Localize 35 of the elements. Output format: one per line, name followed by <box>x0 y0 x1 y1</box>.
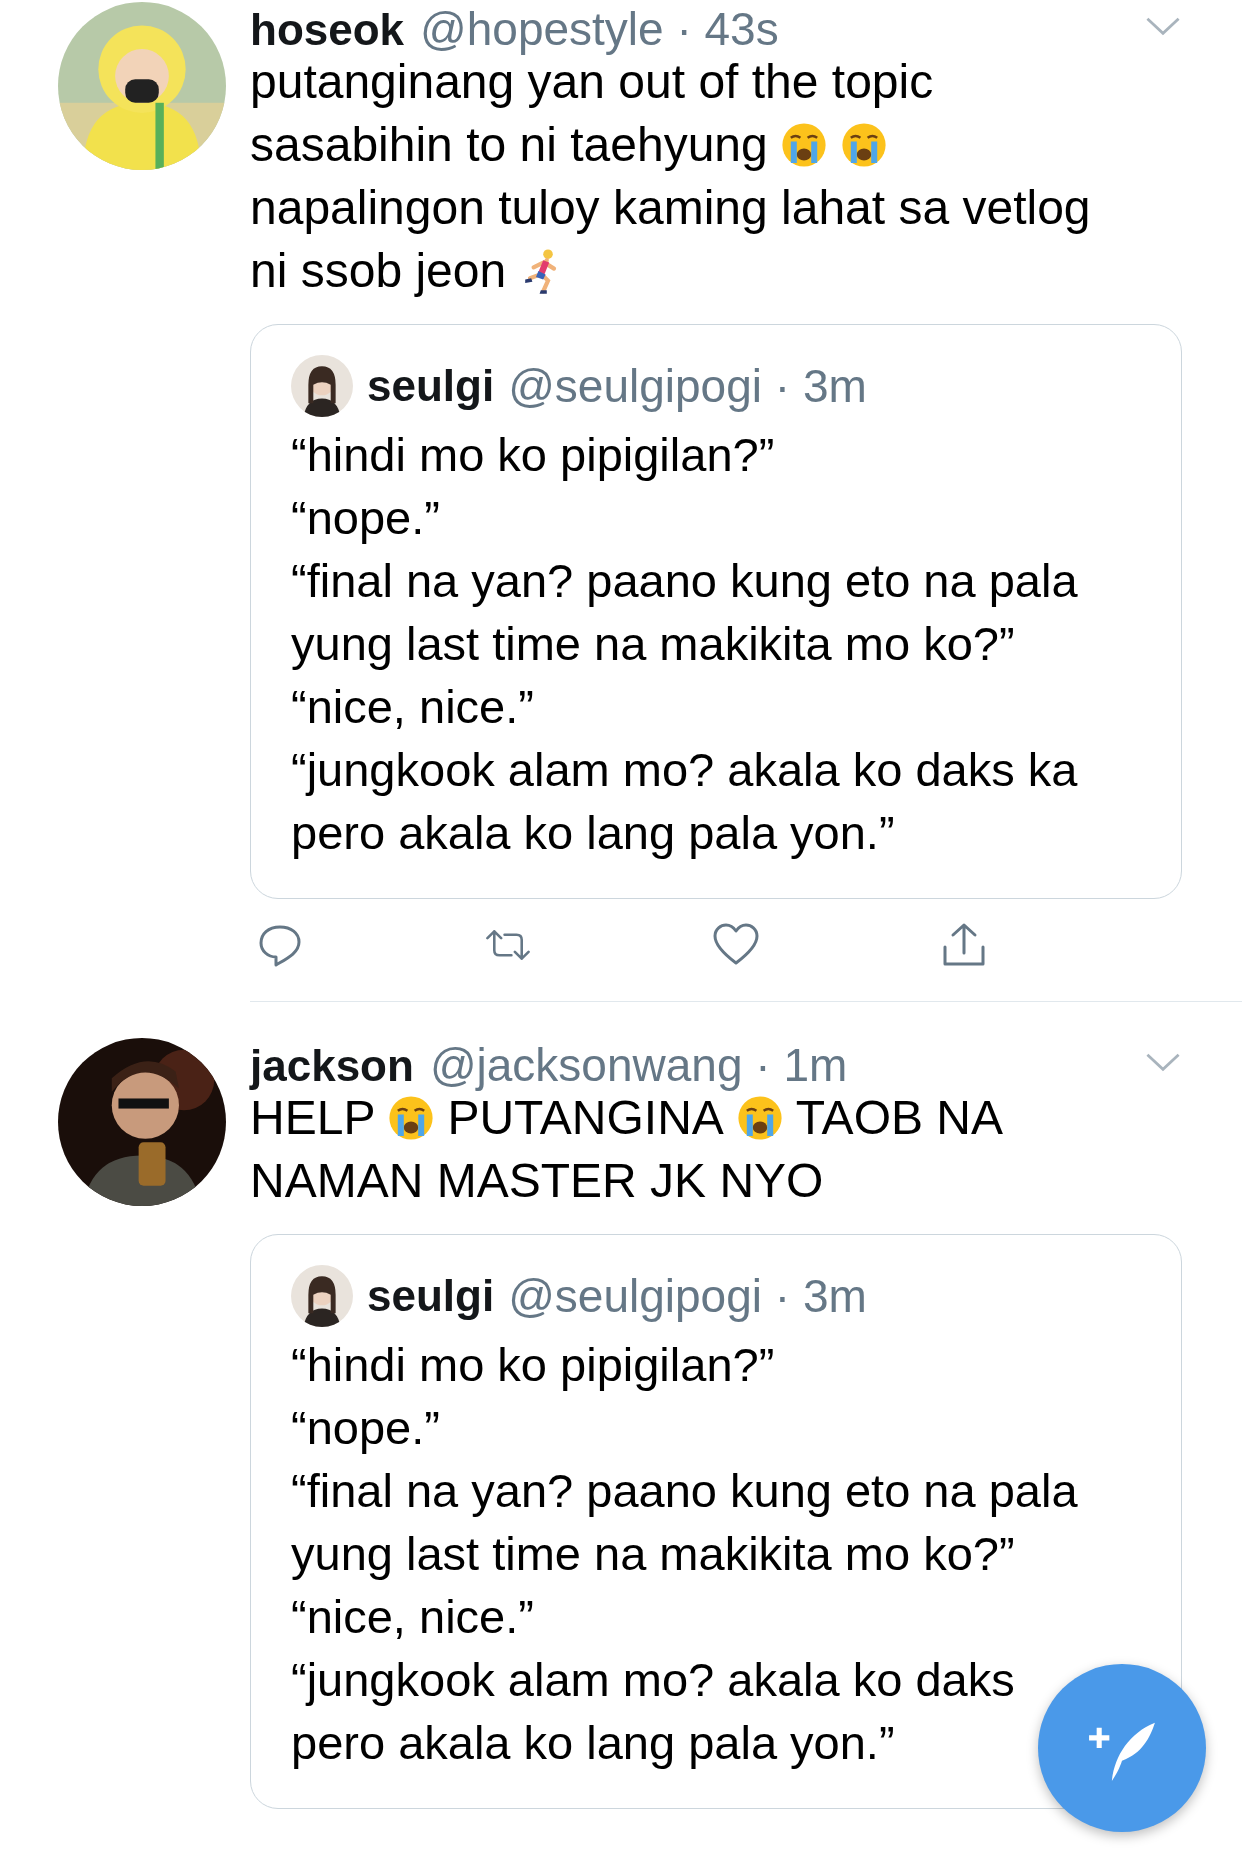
tweet-text: putanginang yan out of the topic <box>250 55 934 110</box>
user-handle: @seulgipogi · 3m <box>508 1269 867 1323</box>
quoted-text: “final na yan? paano kung eto na pala <box>291 1463 1078 1519</box>
tweet-text: TAOB NA <box>795 1090 1003 1146</box>
tweet-text: NAMAN MASTER JK NYO <box>250 1153 824 1209</box>
tweet-text: ni ssob jeon <box>250 243 507 299</box>
quoted-text: “nice, nice.” <box>291 679 534 735</box>
quoted-text: “nice, nice.” <box>291 1589 534 1645</box>
crying-emoji-icon <box>839 120 888 169</box>
crying-emoji-icon <box>735 1093 784 1142</box>
tweet-text: HELP <box>250 1090 376 1146</box>
quoted-text: “nope.” <box>291 490 440 546</box>
crying-emoji-icon <box>387 1093 436 1142</box>
tweet-text: napalingon tuloy kaming lahat sa vetlog <box>250 180 1091 236</box>
tweet-text: PUTANGINA <box>447 1091 724 1146</box>
quoted-text: “jungkook alam mo? akala ko daks ka <box>291 742 1078 798</box>
quoted-text: yung last time na makikita mo ko?” <box>291 616 1015 672</box>
user-handle: @seulgipogi · 3m <box>508 359 867 413</box>
user-handle: @hopestyle · 43s <box>420 2 779 56</box>
quoted-text: “jungkook alam mo? akala ko daks <box>291 1652 1015 1708</box>
user-handle: @jacksonwang · 1m <box>429 1038 848 1092</box>
user-name[interactable]: jackson <box>250 1041 414 1091</box>
quoted-text: pero akala ko lang pala yon.” <box>291 1715 895 1771</box>
quoted-text: “nope.” <box>291 1400 440 1456</box>
quoted-text: “final na yan? paano kung eto na pala <box>291 553 1078 609</box>
crying-emoji-icon <box>779 120 828 169</box>
quoted-text: pero akala ko lang pala yon.” <box>291 805 895 861</box>
quoted-tweet-card[interactable] <box>250 324 1182 899</box>
quoted-text: “hindi mo ko pipigilan?” <box>291 427 775 483</box>
user-name[interactable]: hoseok <box>250 5 405 55</box>
tweet-text: sasabihin to ni taehyung <box>250 117 768 173</box>
quoted-text: yung last time na makikita mo ko?” <box>291 1526 1015 1582</box>
quoted-text: “hindi mo ko pipigilan?” <box>291 1337 775 1393</box>
user-name: seulgi <box>367 361 495 411</box>
user-name: seulgi <box>367 1271 495 1321</box>
